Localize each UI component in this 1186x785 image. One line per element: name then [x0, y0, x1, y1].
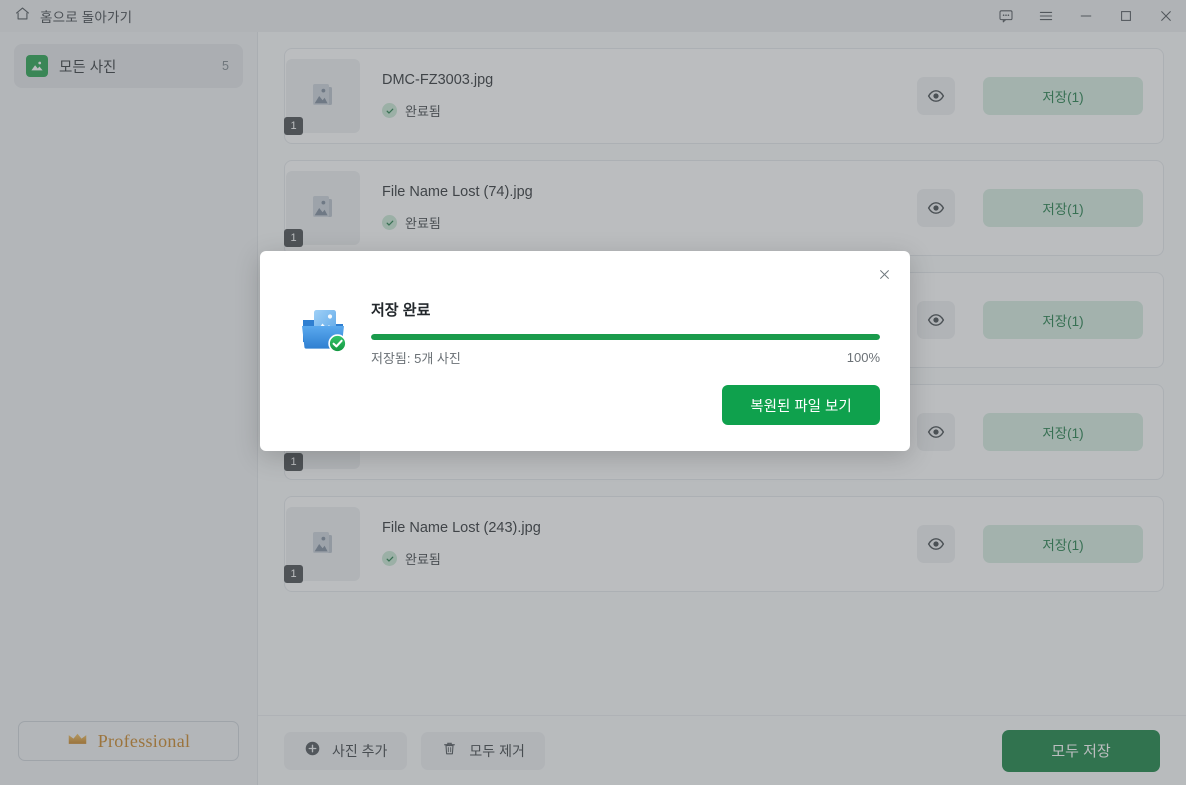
- dialog-title: 저장 완료: [371, 302, 431, 319]
- close-icon: [879, 269, 889, 279]
- dialog-main: 저장 완료 저장됨: 5개 사진 100%: [371, 299, 880, 367]
- dialog-close-button[interactable]: [870, 260, 898, 288]
- dialog-subtext: 저장됨: 5개 사진: [371, 351, 461, 366]
- progress-percent-label: 100%: [846, 350, 880, 365]
- folder-photo-success-icon: [296, 302, 350, 356]
- view-recovered-files-label: 복원된 파일 보기: [750, 398, 852, 415]
- dialog-meta: 저장됨: 5개 사진 100%: [371, 348, 880, 367]
- progress-bar: [371, 334, 880, 340]
- save-complete-dialog: 저장 완료 저장됨: 5개 사진 100% 복원된 파일 보기: [260, 251, 910, 451]
- view-recovered-files-button[interactable]: 복원된 파일 보기: [722, 385, 880, 425]
- progress-bar-fill: [371, 334, 880, 340]
- dialog-body: 저장 완료 저장됨: 5개 사진 100%: [260, 251, 910, 367]
- dialog-footer: 복원된 파일 보기: [722, 385, 880, 425]
